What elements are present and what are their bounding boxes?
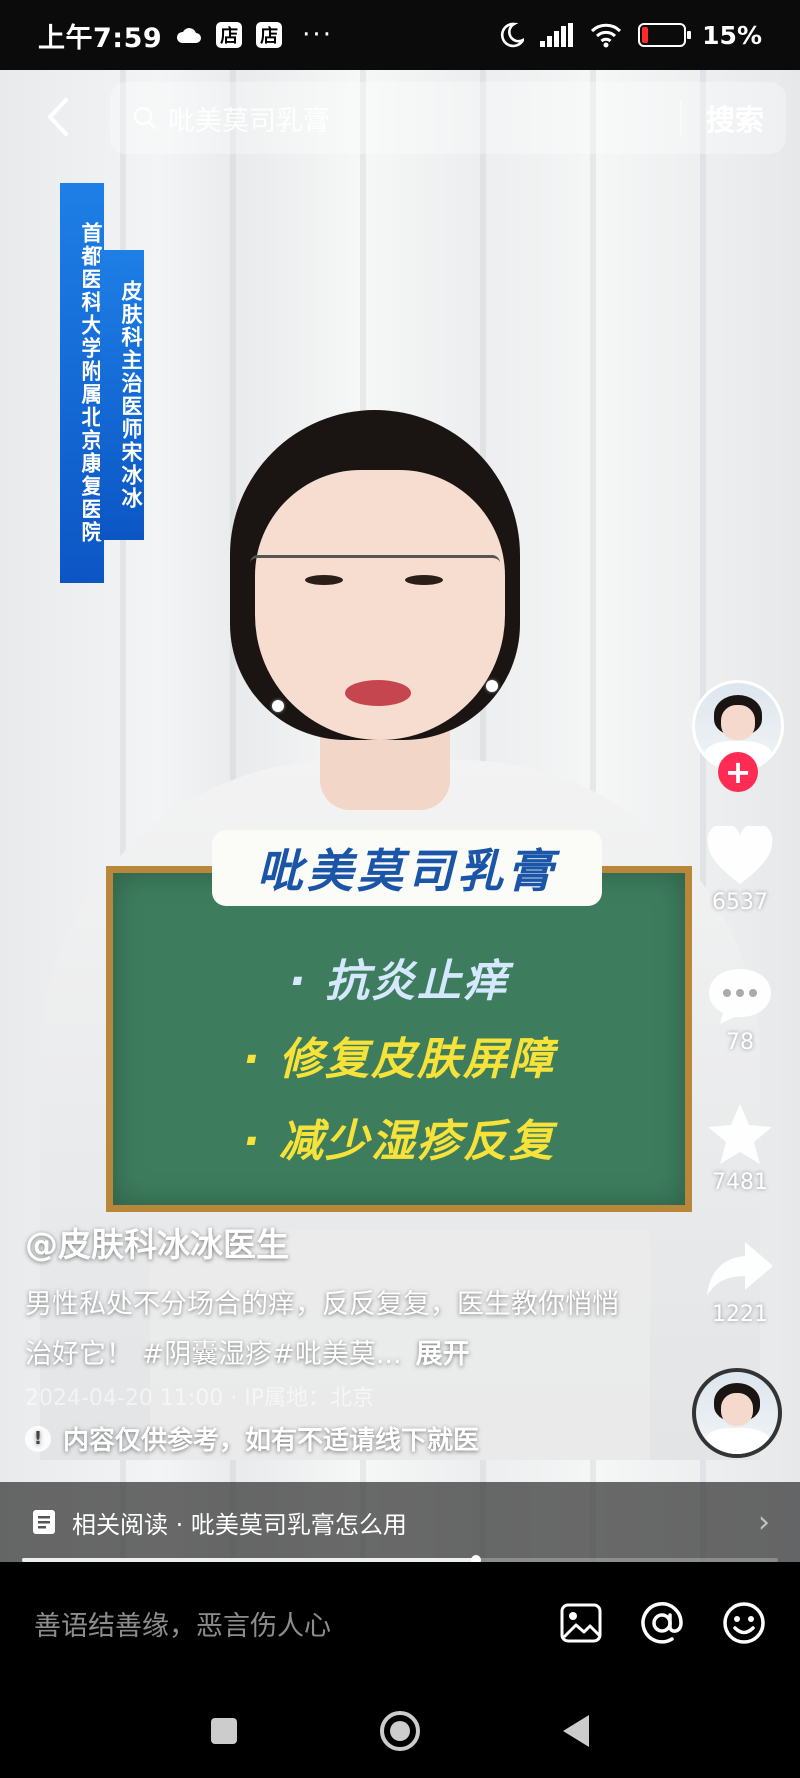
home-button[interactable] xyxy=(379,1710,421,1752)
comment-input[interactable]: 善语结善缘，恶言伤人心 xyxy=(34,1604,331,1643)
cloud-icon xyxy=(177,28,202,43)
glasses xyxy=(250,555,500,605)
comment-icon xyxy=(709,969,771,1024)
video-description[interactable]: 男性私处不分场合的痒，反反复复，医生教你悄悄治好它！ #阴囊湿疹#吡美莫... 展… xyxy=(25,1280,625,1380)
document-icon xyxy=(33,1510,55,1534)
search-input[interactable]: 吡美莫司乳膏 xyxy=(168,99,330,138)
signal-icon xyxy=(540,23,574,47)
battery-level xyxy=(642,27,649,43)
chevron-right-icon: › xyxy=(758,1504,770,1540)
board-point: · 减少湿疹反复 xyxy=(242,1116,556,1167)
back-nav-button[interactable] xyxy=(561,1713,591,1749)
at-mention-icon[interactable] xyxy=(640,1601,684,1645)
author-name[interactable]: @皮肤科冰冰医生 xyxy=(25,1218,289,1266)
comment-count: 78 xyxy=(726,1030,754,1055)
search-icon xyxy=(133,106,157,130)
chevron-left-icon xyxy=(48,98,68,136)
board-point: · 修复皮肤屏障 xyxy=(242,1034,556,1085)
music-disc[interactable] xyxy=(692,1368,782,1458)
wifi-icon xyxy=(591,23,622,48)
board-point: · 抗炎止痒 xyxy=(288,956,510,1007)
comment-bar: 善语结善缘，恶言伤人心 xyxy=(0,1562,800,1684)
status-bar: 上午7:59 店 店 ··· 15% xyxy=(0,0,800,70)
share-button[interactable]: 1221 xyxy=(700,1240,780,1327)
disclaimer-text: 内容仅供参考，如有不适请线下就医 xyxy=(63,1426,480,1456)
expand-button[interactable]: 展开 xyxy=(416,1339,470,1370)
moon-icon xyxy=(501,22,525,48)
description-text: 男性私处不分场合的痒，反反复复，医生教你悄悄治好它！ #阴囊湿疹#吡美莫... xyxy=(25,1289,619,1370)
recent-apps-button[interactable] xyxy=(209,1716,239,1746)
status-time: 上午7:59 xyxy=(38,22,163,54)
disclaimer: ! 内容仅供参考，如有不适请线下就医 xyxy=(25,1420,479,1457)
star-icon xyxy=(708,1104,772,1164)
back-button[interactable] xyxy=(36,92,80,142)
publish-date: 2024-04-20 11:00 · IP属地：北京 xyxy=(25,1386,374,1411)
related-reading-label: 相关阅读 · 吡美莫司乳膏怎么用 xyxy=(72,1510,407,1539)
shop-icon: 店 xyxy=(256,22,283,48)
battery-percent: 15% xyxy=(702,20,762,50)
search-bar[interactable]: 吡美莫司乳膏 搜索 xyxy=(110,82,786,154)
more-notifications-icon: ··· xyxy=(302,20,333,50)
board-title: 吡美莫司乳膏 xyxy=(212,830,602,906)
favorite-count: 7481 xyxy=(712,1170,768,1195)
image-icon[interactable] xyxy=(560,1603,602,1643)
shop-icon: 店 xyxy=(216,22,243,48)
comment-button[interactable]: 78 xyxy=(700,966,780,1055)
share-count: 1221 xyxy=(712,1302,768,1327)
related-reading-bar[interactable]: 相关阅读 · 吡美莫司乳膏怎么用 › xyxy=(0,1482,800,1562)
share-icon xyxy=(707,1242,773,1296)
like-button[interactable]: 6537 xyxy=(700,826,780,915)
battery-icon xyxy=(638,23,692,47)
hospital-banner: 首都医科大学附属北京康复医院 xyxy=(60,183,104,583)
follow-button[interactable]: + xyxy=(718,752,758,792)
emoji-icon[interactable] xyxy=(722,1601,766,1645)
chalkboard: · 抗炎止痒 · 修复皮肤屏障 · 减少湿疹反复 xyxy=(106,866,692,1212)
heart-icon xyxy=(707,826,773,884)
favorite-button[interactable]: 7481 xyxy=(700,1102,780,1195)
like-count: 6537 xyxy=(712,890,768,915)
doctor-title-banner: 皮肤科主治医师宋冰冰 xyxy=(100,250,144,540)
info-icon: ! xyxy=(25,1425,51,1452)
system-nav-bar xyxy=(0,1684,800,1778)
search-button[interactable]: 搜索 xyxy=(706,97,764,139)
